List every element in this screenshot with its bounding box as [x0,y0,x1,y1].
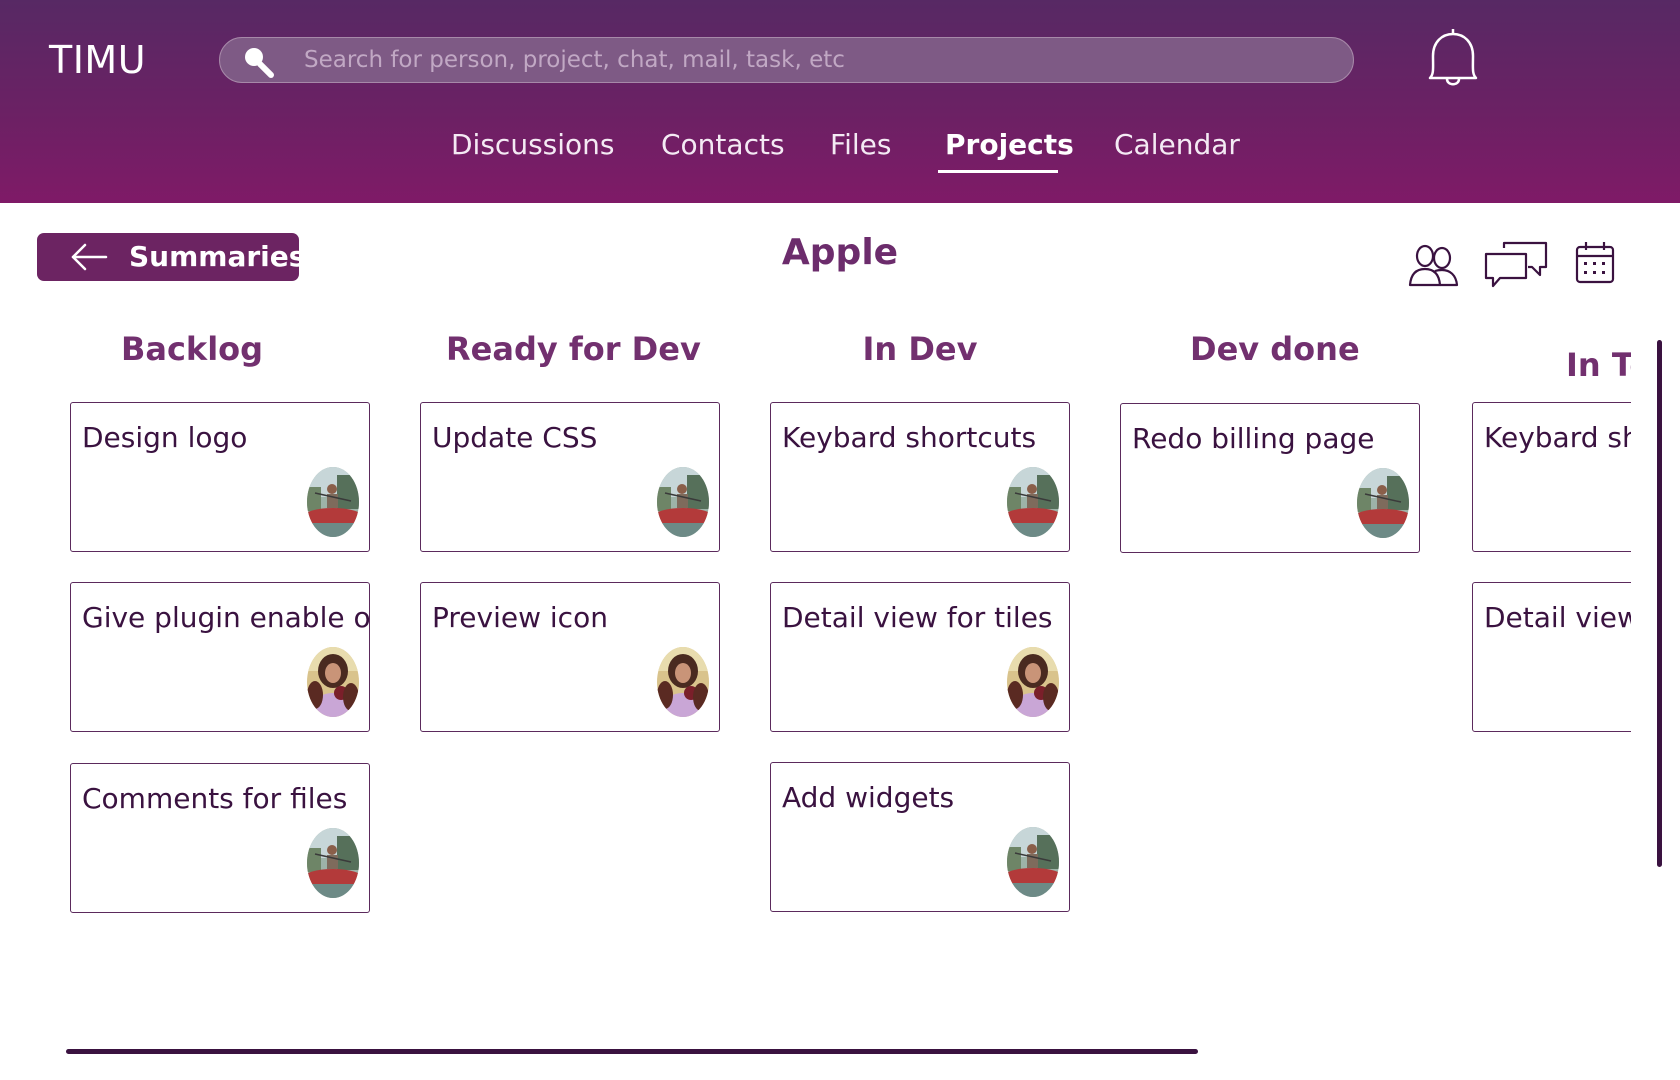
nav-projects[interactable]: Projects [945,128,1074,161]
back-button-label: Summaries [129,240,306,273]
calendar-icon[interactable] [1575,241,1615,284]
task-title: Update CSS [432,421,598,454]
chat-bubbles-icon[interactable] [1484,240,1548,288]
project-title: Apple [781,232,899,273]
active-tab-indicator [938,170,1058,173]
task-card[interactable]: Detail view for tiles [770,582,1070,732]
task-title: Keybard sh [1484,421,1631,454]
task-card[interactable]: Redo billing page [1120,403,1420,553]
people-icon[interactable] [1408,242,1460,288]
task-title: Detail view for tiles [782,601,1053,634]
task-card[interactable]: Update CSS [420,402,720,552]
avatar [657,467,709,537]
avatar [1007,827,1059,897]
task-card[interactable]: Comments for files [70,763,370,913]
avatar [657,647,709,717]
nav-discussions[interactable]: Discussions [451,128,615,161]
task-title: Redo billing page [1132,422,1375,455]
app-logo[interactable]: TIMU [49,38,146,82]
avatar [1007,647,1059,717]
avatar [307,647,359,717]
task-card[interactable]: Preview icon [420,582,720,732]
task-title: Preview icon [432,601,608,634]
nav-contacts[interactable]: Contacts [661,128,785,161]
nav-files[interactable]: Files [830,128,891,161]
task-card[interactable]: Detail view [1472,582,1631,732]
main-nav: Discussions Contacts Files Projects Cale… [0,124,1680,184]
kanban-board: Design logo Give plugin enable opt Comme… [0,300,1631,1000]
overflow-mask [1631,380,1653,740]
task-card[interactable]: Design logo [70,402,370,552]
task-card[interactable]: Add widgets [770,762,1070,912]
task-title: Comments for files [82,782,348,815]
vertical-scrollbar[interactable] [1657,340,1662,867]
task-title: Detail view [1484,601,1631,634]
avatar [307,828,359,898]
avatar [307,467,359,537]
task-card[interactable]: Keybard shortcuts [770,402,1070,552]
search-input[interactable] [304,38,1324,82]
horizontal-scrollbar[interactable] [66,1049,1198,1054]
search-bar[interactable] [219,37,1354,83]
search-icon [245,48,274,78]
task-title: Keybard shortcuts [782,421,1037,454]
task-card[interactable]: Give plugin enable opt [70,582,370,732]
task-title: Give plugin enable opt [82,601,370,634]
task-card[interactable]: Keybard sh [1472,402,1631,552]
top-header: TIMU Discussions Contacts Files Projects… [0,0,1680,203]
nav-calendar[interactable]: Calendar [1114,128,1240,161]
task-title: Design logo [82,421,248,454]
avatar [1007,467,1059,537]
task-title: Add widgets [782,781,955,814]
bell-icon[interactable] [1424,28,1482,90]
avatar [1357,468,1409,538]
arrow-left-icon [71,243,108,271]
back-summaries-button[interactable]: Summaries [37,233,305,281]
